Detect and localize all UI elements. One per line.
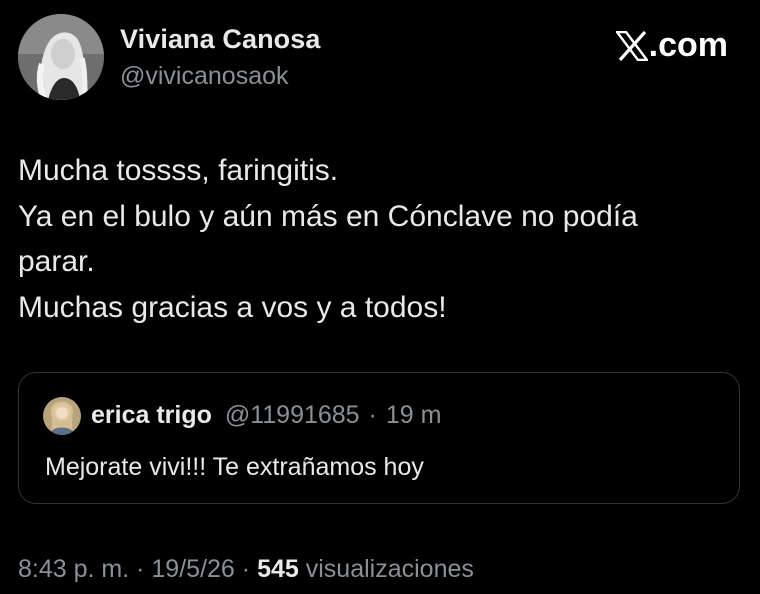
footer-separator: · (241, 555, 251, 583)
brand-watermark: .com (615, 26, 728, 65)
quoted-tweet[interactable]: erica trigo @11991685 · 19 m Mejorate vi… (18, 372, 740, 504)
quote-timestamp[interactable]: 19 m (386, 401, 442, 429)
author-avatar[interactable] (18, 14, 104, 100)
quote-author-avatar[interactable] (43, 397, 81, 435)
tweet-line: parar. (18, 245, 95, 278)
quote-avatar-photo-icon (43, 397, 81, 435)
author-name[interactable]: Viviana Canosa (120, 24, 321, 55)
quote-separator: · (368, 401, 377, 429)
brand-label: .com (648, 26, 728, 64)
author-handle[interactable]: @vivicanosaok (120, 62, 289, 91)
views-count: 545 (257, 555, 299, 583)
tweet-footer: 8:43 p. m. · 19/5/26 · 545 visualizacion… (18, 555, 474, 584)
avatar-photo-icon (18, 14, 104, 100)
x-logo-icon (615, 30, 648, 61)
quote-text: Mejorate vivi!!! Te extrañamos hoy (45, 453, 424, 481)
tweet-date[interactable]: 19/5/26 (151, 555, 234, 583)
quote-author-handle[interactable]: @11991685 (225, 401, 360, 429)
tweet-text: Mucha tossss, faringitis. Ya en el bulo … (18, 148, 718, 330)
footer-separator: · (136, 555, 145, 583)
tweet-line: Ya en el bulo y aún más en Cónclave no p… (18, 199, 638, 233)
quote-author-name[interactable]: erica trigo (91, 401, 212, 429)
tweet-time[interactable]: 8:43 p. m. (18, 555, 129, 583)
views-label: visualizaciones (305, 555, 474, 583)
tweet-line: Muchas gracias a vos y a todos! (18, 290, 447, 324)
tweet-line: Mucha tossss, faringitis. (18, 154, 339, 187)
tweet-card: Viviana Canosa @vivicanosaok .com Mucha … (0, 0, 760, 594)
quote-header: erica trigo @11991685 · 19 m (91, 401, 441, 430)
